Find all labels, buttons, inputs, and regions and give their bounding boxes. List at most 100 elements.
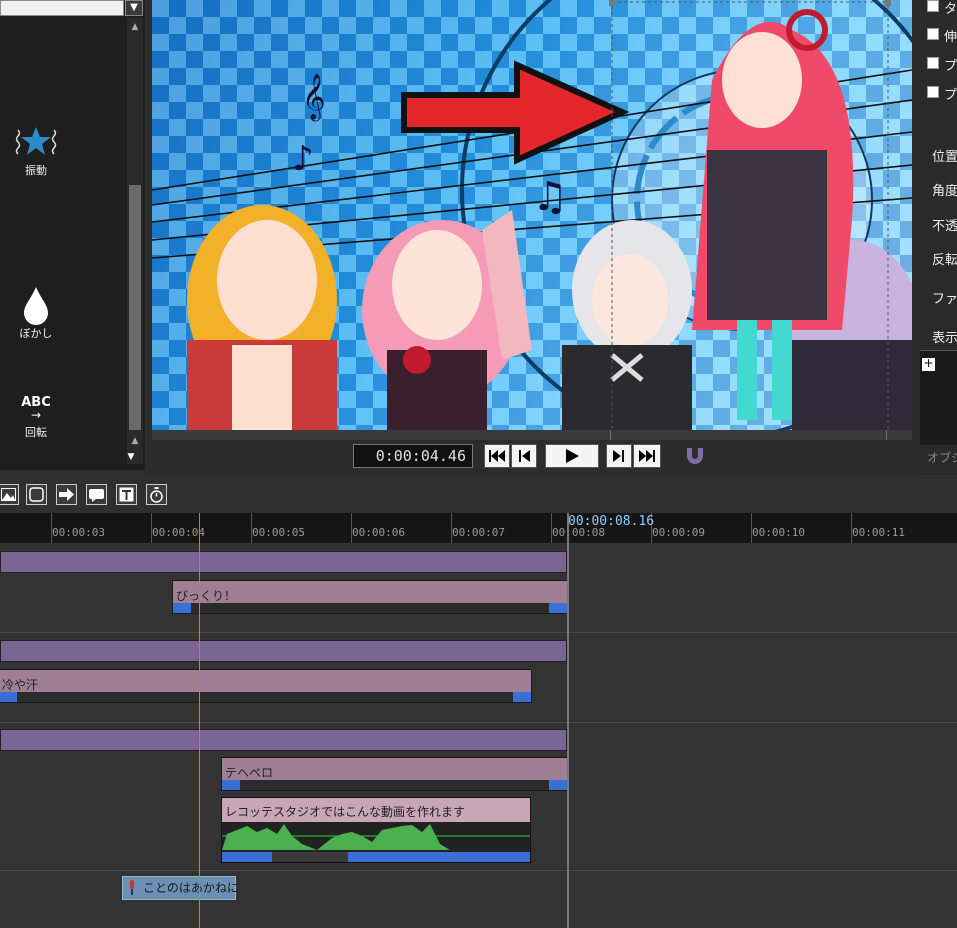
object-label: オブジ: [927, 451, 957, 465]
effect-label: 振動: [25, 164, 47, 177]
go-to-start-button[interactable]: [484, 444, 510, 468]
add-timer-button[interactable]: [146, 484, 167, 505]
svg-text:♫: ♫: [532, 174, 568, 220]
track-group-bar[interactable]: [0, 551, 567, 573]
audio-clip[interactable]: レコッテスタジオではこんな動画を作れます: [221, 797, 531, 863]
clip-hiyaase[interactable]: 冷や汗: [0, 669, 532, 703]
property-checkbox[interactable]: [927, 0, 939, 12]
blur-drop-icon: [0, 285, 72, 325]
property-checkbox[interactable]: [927, 57, 939, 69]
skip-end-icon: [639, 450, 655, 462]
lane-separator: [0, 632, 957, 633]
effect-label: ぼかし: [19, 327, 53, 340]
property-flip: 反転: [932, 253, 957, 268]
preview-scene: 𝄞 ♫ ♪: [152, 0, 912, 430]
next-frame-button[interactable]: [606, 444, 632, 468]
ruler-label: 00:00:09: [652, 526, 705, 539]
lane-separator: [0, 870, 957, 871]
effect-label: 回転: [25, 426, 47, 439]
play-icon: [566, 449, 579, 463]
dropdown-arrow-icon[interactable]: ▼: [125, 0, 143, 16]
character-blonde: [187, 205, 337, 430]
current-time-label: 00:00:08.16: [568, 514, 655, 529]
clip-end-handle[interactable]: [549, 780, 567, 790]
clip-label: テヘペロ: [225, 766, 274, 780]
skip-start-icon: [489, 450, 505, 462]
clip-label: びっくり！: [176, 589, 237, 603]
ruler-label: 00:00:05: [252, 526, 305, 539]
clip-start-handle[interactable]: [222, 780, 240, 790]
playhead[interactable]: [199, 513, 200, 928]
go-to-end-button[interactable]: [633, 444, 661, 468]
checkbox-label: プ: [944, 59, 957, 74]
property-file: ファイ: [932, 292, 957, 307]
snap-button[interactable]: [682, 444, 708, 468]
scroll-up-icon[interactable]: ▲: [127, 22, 143, 32]
effect-blur[interactable]: ぼかし: [0, 285, 72, 341]
clip-start-handle[interactable]: [173, 603, 191, 613]
add-image-button[interactable]: [0, 484, 19, 505]
effects-category-dropdown[interactable]: [0, 0, 124, 16]
property-display: 表示: [932, 331, 957, 346]
add-shape-button[interactable]: [26, 484, 47, 505]
character-pink: [362, 210, 532, 430]
scrollbar-thumb[interactable]: [129, 185, 141, 430]
play-button[interactable]: [545, 444, 599, 468]
svg-text:𝄞: 𝄞: [302, 74, 326, 122]
clip-start-handle[interactable]: [0, 692, 17, 702]
audio-waveform: [222, 824, 530, 862]
ruler-label: 00:00:06: [352, 526, 405, 539]
timeline-toolbar: [0, 478, 957, 513]
property-position: 位置: [932, 150, 957, 165]
clip-end-handle[interactable]: [513, 692, 531, 702]
preview-bottom-bar: [152, 430, 912, 440]
vibration-star-icon: [0, 122, 72, 162]
speech-bubble-icon: [89, 488, 104, 502]
property-angle: 角度: [932, 184, 957, 199]
effect-vibration[interactable]: 振動: [0, 122, 72, 178]
checkbox-label: タ: [944, 2, 957, 17]
text-icon: [119, 487, 134, 502]
clip-tehepero[interactable]: テヘペロ: [221, 757, 568, 791]
ruler-label: 00:00:10: [752, 526, 805, 539]
track-group-bar[interactable]: [0, 729, 567, 751]
rounded-rect-icon: [29, 487, 44, 502]
svg-text:♪: ♪: [292, 139, 314, 179]
checkbox-label: 伸: [944, 30, 957, 45]
magnet-icon: [687, 448, 703, 464]
timecode-display: 0:00:04.46: [353, 444, 473, 468]
previous-frame-button[interactable]: [511, 444, 537, 468]
lane-separator: [0, 722, 957, 723]
microphone-icon: [130, 880, 134, 895]
track-group-bar[interactable]: [0, 640, 567, 662]
audio-clip-header: レコッテスタジオではこんな動画を作れます: [222, 798, 530, 822]
arrow-icon: [59, 488, 74, 501]
preview-canvas[interactable]: 𝄞 ♫ ♪: [152, 0, 912, 430]
voice-marker[interactable]: ことのはあかねに: [122, 876, 239, 900]
checkbox-label: プ: [944, 88, 957, 103]
effect-rotate[interactable]: ABC → 回転: [0, 390, 72, 440]
ruler-label: 00:00:07: [452, 526, 505, 539]
ruler-label: 00:00:04: [152, 526, 205, 539]
stopwatch-icon: [150, 486, 163, 503]
ruler-label: 00:00:03: [52, 526, 105, 539]
clip-bikkuri[interactable]: びっくり！: [172, 580, 568, 614]
image-icon: [1, 488, 16, 501]
step-back-icon: [519, 450, 530, 462]
add-arrow-button[interactable]: [56, 484, 77, 505]
add-text-button[interactable]: [116, 484, 137, 505]
clip-footer: [222, 780, 567, 790]
step-forward-icon: [613, 450, 624, 462]
property-checkbox[interactable]: [927, 86, 939, 98]
property-opacity: 不透: [932, 219, 957, 234]
add-object-button[interactable]: +: [922, 357, 935, 371]
character-silver: [562, 220, 692, 430]
add-speech-bubble-button[interactable]: [86, 484, 107, 505]
ruler-label: 00:00:11: [852, 526, 905, 539]
property-checkbox[interactable]: [927, 28, 939, 40]
clip-footer: [173, 603, 567, 613]
rotate-text-icon: ABC →: [21, 394, 51, 422]
scroll-down-icon[interactable]: ▼: [123, 452, 139, 462]
scroll-up-icon-bottom[interactable]: ▲: [127, 436, 143, 446]
clip-end-handle[interactable]: [549, 603, 567, 613]
